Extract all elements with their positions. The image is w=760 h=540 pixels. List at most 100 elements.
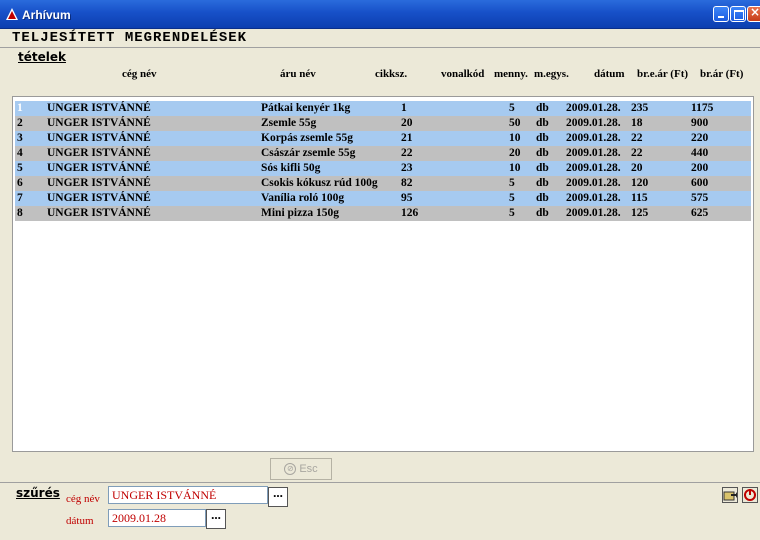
cell-product: Zsemle 55g (261, 117, 317, 129)
col-product: áru név (280, 68, 316, 80)
cell-sku: 1 (401, 102, 407, 114)
filter-company-label: cég név (66, 493, 100, 505)
cell-price: 575 (691, 192, 709, 204)
date-lookup-button[interactable]: ... (206, 508, 226, 529)
table-row[interactable]: 3 UNGER ISTVÁNNÉ Korpás zsemle 55g 21 10 db 20… (15, 131, 751, 146)
table-row[interactable]: 4 UNGER ISTVÁNNÉ Császár zsemle 55g 22 20 db 2… (15, 146, 751, 161)
cell-idx: 5 (17, 162, 23, 174)
table-row[interactable]: 2 UNGER ISTVÁNNÉ Zsemle 55g 20 50 db 2009.01.2… (15, 116, 751, 131)
cell-qty: 20 (509, 147, 521, 159)
cell-price: 625 (691, 207, 709, 219)
cell-idx: 4 (17, 147, 23, 159)
col-quantity: menny. (494, 68, 528, 80)
cell-price: 1175 (691, 102, 714, 114)
col-date: dátum (594, 68, 625, 80)
cell-idx: 1 (17, 102, 23, 114)
minimize-button[interactable] (713, 6, 729, 22)
table-row[interactable]: 6 UNGER ISTVÁNNÉ Csokis kókusz rúd 100g 82 5… (15, 176, 751, 191)
filter-section-label: szűrés (16, 486, 60, 500)
cell-unit: db (536, 147, 549, 159)
cell-date: 2009.01.28. (566, 162, 621, 174)
filter-date-label: dátum (66, 515, 94, 527)
cell-qty: 50 (509, 117, 521, 129)
cell-unit-price: 18 (631, 117, 643, 129)
page-title: TELJESÍTETT MEGRENDELÉSEK (12, 30, 248, 46)
col-unit: m.egys. (534, 68, 569, 80)
exit-button[interactable] (742, 487, 758, 503)
cell-company: UNGER ISTVÁNNÉ (47, 177, 151, 189)
cell-unit-price: 22 (631, 132, 643, 144)
cell-unit: db (536, 132, 549, 144)
cell-idx: 3 (17, 132, 23, 144)
cell-qty: 5 (509, 102, 515, 114)
cell-sku: 82 (401, 177, 413, 189)
col-sku: cikksz. (375, 68, 408, 80)
open-button[interactable] (722, 487, 738, 503)
items-section-label: tételek (18, 50, 66, 64)
power-off-icon (744, 489, 756, 501)
maximize-button[interactable] (730, 6, 746, 22)
cell-company: UNGER ISTVÁNNÉ (47, 192, 151, 204)
cell-unit: db (536, 102, 549, 114)
cell-company: UNGER ISTVÁNNÉ (47, 147, 151, 159)
cell-date: 2009.01.28. (566, 132, 621, 144)
cell-product: Császár zsemle 55g (261, 147, 356, 159)
cell-company: UNGER ISTVÁNNÉ (47, 117, 151, 129)
cell-date: 2009.01.28. (566, 207, 621, 219)
cell-product: Csokis kókusz rúd 100g (261, 177, 378, 189)
cell-sku: 22 (401, 147, 413, 159)
cell-date: 2009.01.28. (566, 192, 621, 204)
window-titlebar: Arhívum × (0, 0, 760, 29)
cell-sku: 95 (401, 192, 413, 204)
company-lookup-button[interactable]: ... (268, 486, 288, 507)
divider (0, 482, 760, 483)
table-row[interactable]: 5 UNGER ISTVÁNNÉ Sós kifli 50g 23 10 db 2009.0… (15, 161, 751, 176)
cell-date: 2009.01.28. (566, 177, 621, 189)
filter-date-input[interactable]: 2009.01.28 (108, 509, 206, 527)
cell-idx: 2 (17, 117, 23, 129)
close-icon: × (750, 5, 760, 19)
cell-unit: db (536, 192, 549, 204)
cell-sku: 21 (401, 132, 413, 144)
esc-button-label: Esc (299, 463, 318, 475)
cell-price: 220 (691, 132, 709, 144)
cell-qty: 5 (509, 177, 515, 189)
cell-unit: db (536, 207, 549, 219)
close-button[interactable]: × (747, 5, 760, 22)
cell-price: 200 (691, 162, 709, 174)
cell-sku: 126 (401, 207, 419, 219)
table-row[interactable]: 8 UNGER ISTVÁNNÉ Mini pizza 150g 126 5 db 2009… (15, 206, 751, 221)
cell-unit: db (536, 162, 549, 174)
cell-unit-price: 22 (631, 147, 643, 159)
esc-button[interactable]: ⊘ Esc (270, 458, 332, 480)
cell-unit: db (536, 177, 549, 189)
cell-sku: 20 (401, 117, 413, 129)
cell-price: 440 (691, 147, 709, 159)
cell-idx: 8 (17, 207, 23, 219)
filter-company-input[interactable]: UNGER ISTVÁNNÉ (108, 486, 268, 504)
window-title: Arhívum (22, 8, 71, 22)
cell-date: 2009.01.28. (566, 102, 621, 114)
col-price: br.ár (Ft) (700, 68, 744, 80)
cell-product: Korpás zsemle 55g (261, 132, 353, 144)
app-icon (6, 8, 18, 20)
table-row[interactable]: 7 UNGER ISTVÁNNÉ Vanília roló 100g 95 5 db 200… (15, 191, 751, 206)
cell-idx: 7 (17, 192, 23, 204)
col-company: cég név (122, 68, 157, 80)
cell-company: UNGER ISTVÁNNÉ (47, 102, 151, 114)
esc-icon: ⊘ (284, 463, 297, 475)
cell-qty: 10 (509, 162, 521, 174)
cell-unit-price: 115 (631, 192, 648, 204)
cell-unit-price: 235 (631, 102, 649, 114)
cell-unit: db (536, 117, 549, 129)
cell-product: Sós kifli 50g (261, 162, 321, 174)
col-barcode: vonalkód (441, 68, 485, 80)
cell-unit-price: 120 (631, 177, 649, 189)
cell-price: 900 (691, 117, 709, 129)
cell-idx: 6 (17, 177, 23, 189)
table-row[interactable]: 1 UNGER ISTVÁNNÉ Pátkai kenyér 1kg 1 5 db 2009… (15, 101, 751, 116)
cell-date: 2009.01.28. (566, 147, 621, 159)
orders-grid[interactable]: 1 UNGER ISTVÁNNÉ Pátkai kenyér 1kg 1 5 db 2009… (12, 96, 754, 452)
cell-qty: 10 (509, 132, 521, 144)
cell-date: 2009.01.28. (566, 117, 621, 129)
